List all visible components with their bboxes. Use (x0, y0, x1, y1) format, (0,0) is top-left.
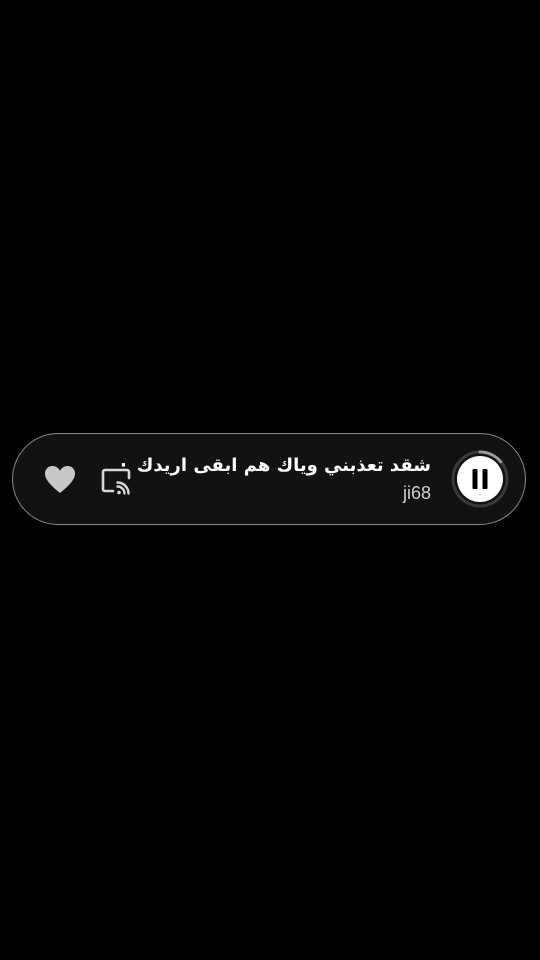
track-title-line: شقد تعذبني وياك هم ابقى اريدك · (120, 452, 431, 480)
track-artist: ji68 (402, 483, 431, 503)
screen: شقد تعذبني وياك هم ابقى اريدك · ji68 (0, 0, 540, 960)
pause-button[interactable] (449, 448, 511, 510)
track-title: شقد تعذبني وياك هم ابقى اريدك (136, 455, 431, 476)
like-button[interactable] (43, 464, 77, 496)
mini-player-bar[interactable]: شقد تعذبني وياك هم ابقى اريدك · ji68 (12, 433, 526, 525)
title-separator: · (120, 455, 127, 476)
pause-button-fill (457, 456, 503, 502)
heart-icon (45, 466, 75, 493)
playback-progress-ring (451, 450, 509, 508)
track-info[interactable]: شقد تعذبني وياك هم ابقى اريدك · ji68 (120, 452, 431, 506)
